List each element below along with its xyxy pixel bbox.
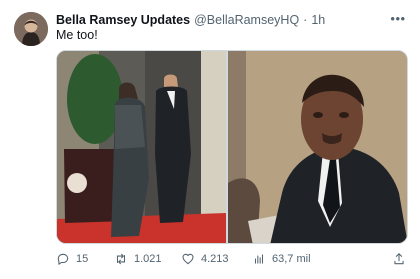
display-name[interactable]: Bella Ramsey Updates: [56, 13, 190, 27]
photo-image-icon: [57, 51, 227, 243]
tweet-card[interactable]: Bella Ramsey Updates @BellaRamseyHQ · 1h…: [0, 0, 420, 279]
heart-icon: [182, 253, 194, 265]
views-button[interactable]: 63,7 mil: [252, 250, 311, 268]
media-image-left[interactable]: [57, 51, 227, 243]
reply-button[interactable]: 15: [56, 250, 88, 268]
views-chart-icon: [254, 254, 264, 264]
tweet-header: Bella Ramsey Updates @BellaRamseyHQ · 1h: [56, 12, 325, 28]
more-options-label: •••: [390, 10, 406, 26]
view-count: 63,7 mil: [272, 253, 311, 265]
avatar[interactable]: [14, 12, 48, 46]
share-icon: [394, 253, 404, 265]
media-image-right[interactable]: [228, 51, 407, 243]
timestamp[interactable]: 1h: [311, 13, 325, 27]
photo-image-icon: [228, 51, 407, 243]
more-options-icon[interactable]: •••: [390, 10, 406, 26]
tweet-actions: 15 1.021 4.213 63,7 mil: [56, 250, 408, 268]
reply-icon: [57, 253, 69, 265]
separator-dot: ·: [303, 13, 308, 27]
tweet-text: Me too!: [56, 28, 98, 42]
repost-icon: [116, 253, 126, 265]
media-grid[interactable]: [56, 50, 408, 244]
user-handle[interactable]: @BellaRamseyHQ: [194, 13, 299, 27]
reply-count: 15: [76, 253, 89, 265]
repost-button[interactable]: 1.021: [114, 250, 162, 268]
share-button[interactable]: [392, 250, 406, 268]
repost-count: 1.021: [134, 253, 162, 265]
like-count: 4.213: [201, 253, 229, 265]
like-button[interactable]: 4.213: [181, 250, 229, 268]
